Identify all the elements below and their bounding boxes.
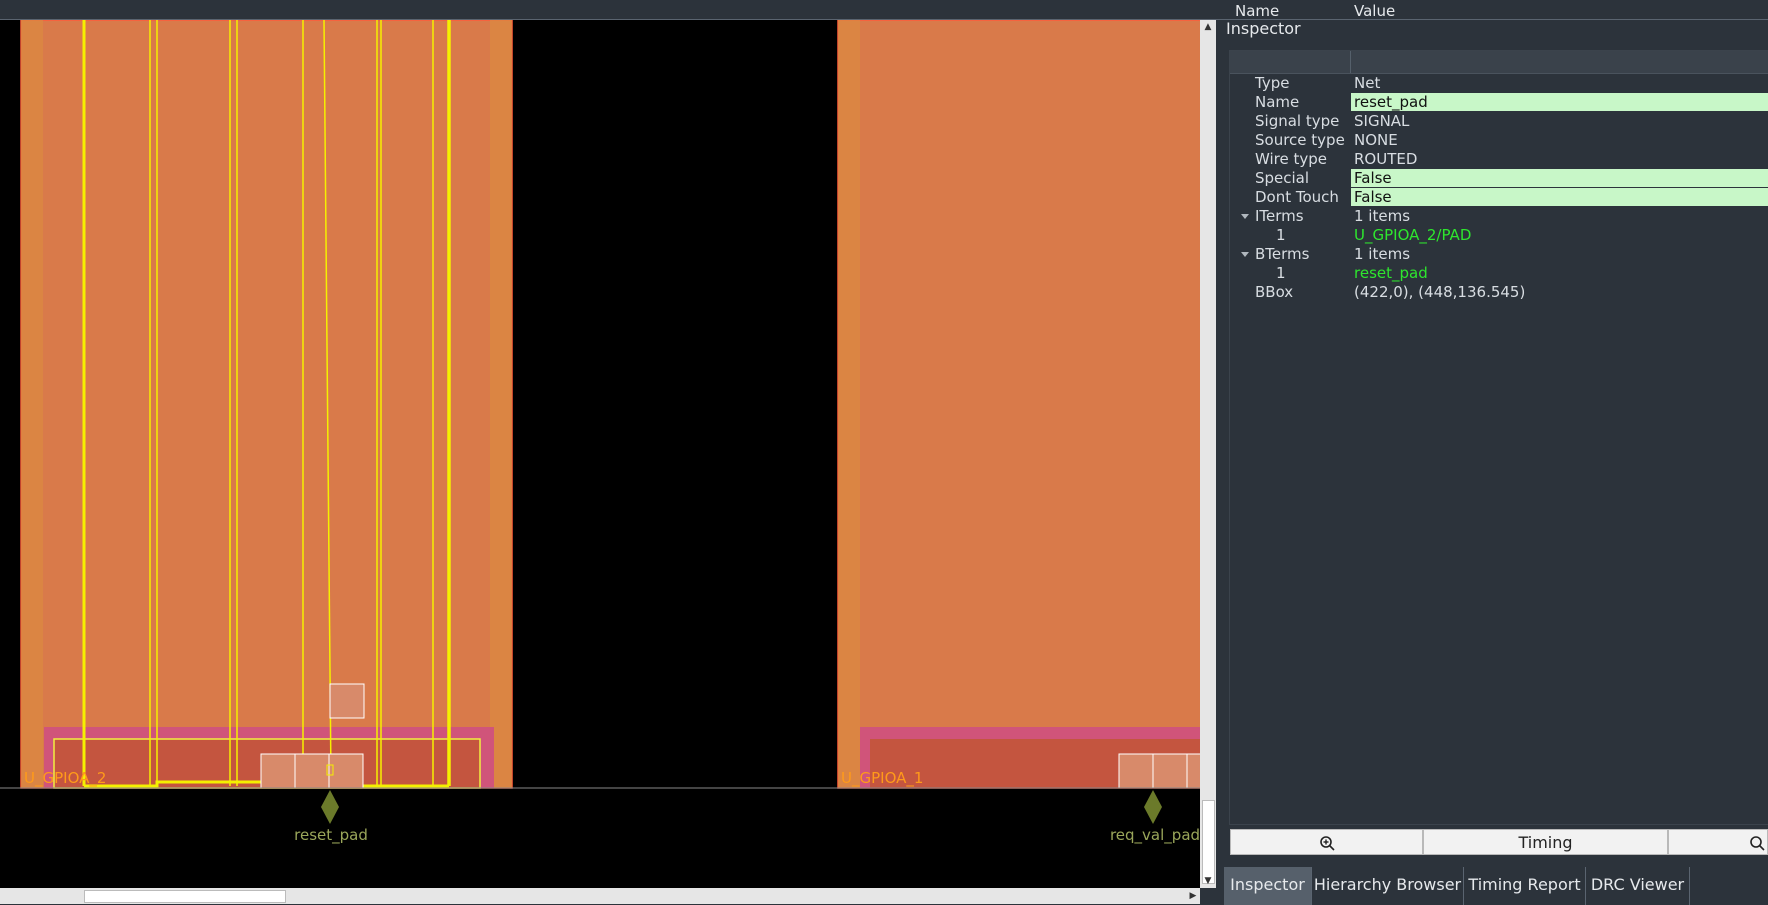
dont-touch-value-field[interactable]: False (1351, 188, 1768, 206)
table-row[interactable]: 1 U_GPIOA_2/PAD (1230, 226, 1768, 245)
horizontal-scroll-thumb[interactable] (84, 890, 286, 903)
property-value: Net (1354, 74, 1381, 92)
property-name: Dont Touch (1255, 188, 1339, 206)
expand-arrow-icon[interactable] (1241, 252, 1249, 257)
special-value-field[interactable]: False (1351, 169, 1768, 187)
table-row[interactable]: Signal type SIGNAL (1230, 112, 1768, 131)
table-row[interactable]: Source type NONE (1230, 131, 1768, 150)
scroll-up-arrow-icon[interactable]: ▲ (1200, 20, 1216, 34)
name-value-field[interactable]: reset_pad (1351, 93, 1768, 111)
horizontal-scrollbar[interactable]: ▶ (0, 888, 1200, 904)
property-name: 1 (1276, 226, 1286, 244)
property-value: 1 items (1354, 207, 1411, 225)
top-toolbar (0, 0, 1768, 20)
tab-drc-viewer[interactable]: DRC Viewer (1586, 867, 1690, 905)
tab-inspector[interactable]: Inspector (1224, 867, 1312, 905)
table-row[interactable]: Name reset_pad (1230, 93, 1768, 112)
pin-req-val-pad: req_val_pad (1110, 790, 1200, 845)
property-name: 1 (1276, 264, 1286, 282)
property-name: Source type (1255, 131, 1345, 149)
pin-reset-pad: reset_pad (294, 790, 368, 845)
vertical-scrollbar[interactable]: ▲ ▼ (1200, 20, 1216, 888)
column-header-value[interactable]: Value (1354, 2, 1395, 20)
pin-label-req-val-pad: req_val_pad (1110, 826, 1200, 845)
property-name: BBox (1255, 283, 1294, 301)
column-header-name[interactable]: Name (1235, 2, 1279, 20)
layout-canvas[interactable]: U_GPIOA_2 U_GPIOA_1 reset_pad req_val_pa… (0, 20, 1200, 888)
table-row[interactable]: BBox (422,0), (448,136.545) (1230, 283, 1768, 302)
property-name: Name (1255, 93, 1300, 111)
zoom-in-icon (1750, 836, 1765, 851)
property-value: NONE (1354, 131, 1398, 149)
scroll-right-arrow-icon[interactable]: ▶ (1186, 888, 1200, 904)
instance-label-u-gpioa-1: U_GPIOA_1 (841, 769, 923, 788)
property-table-header (1230, 51, 1768, 74)
expand-arrow-icon[interactable] (1241, 214, 1249, 219)
property-value: 1 items (1354, 245, 1411, 263)
zoom-in-icon (1319, 836, 1335, 851)
property-name: Special (1255, 169, 1310, 187)
vertical-scroll-thumb[interactable] (1202, 800, 1215, 884)
property-value: (422,0), (448,136.545) (1354, 283, 1526, 301)
inspector-title: Inspector (1226, 19, 1301, 38)
property-value: ROUTED (1354, 150, 1418, 168)
layout-drawing: U_GPIOA_2 U_GPIOA_1 reset_pad req_val_pa… (0, 20, 1200, 845)
table-row[interactable]: Dont Touch False (1230, 188, 1768, 207)
table-row[interactable]: Special False (1230, 169, 1768, 188)
table-row[interactable]: ITerms 1 items (1230, 207, 1768, 226)
property-name: BTerms (1255, 245, 1310, 263)
tab-hierarchy-browser[interactable]: Hierarchy Browser (1312, 867, 1464, 905)
table-row[interactable]: Type Net (1230, 74, 1768, 93)
bterm-link[interactable]: reset_pad (1354, 264, 1428, 283)
tab-timing-report[interactable]: Timing Report (1464, 867, 1586, 905)
property-name: Signal type (1255, 112, 1340, 130)
instance-u-gpioa-2: U_GPIOA_2 (20, 20, 513, 789)
property-name: ITerms (1255, 207, 1304, 225)
table-row[interactable]: BTerms 1 items (1230, 245, 1768, 264)
table-row[interactable]: 1 reset_pad (1230, 264, 1768, 283)
instance-label-u-gpioa-2: U_GPIOA_2 (24, 769, 106, 788)
scroll-down-arrow-icon[interactable]: ▼ (1200, 874, 1216, 888)
property-value: SIGNAL (1354, 112, 1410, 130)
table-row[interactable]: Wire type ROUTED (1230, 150, 1768, 169)
panel-splitter[interactable] (1216, 20, 1224, 905)
property-name: Type (1255, 74, 1290, 92)
zoom-button-secondary[interactable] (1668, 829, 1768, 855)
property-name: Wire type (1255, 150, 1328, 168)
timing-button[interactable]: Timing (1423, 829, 1668, 855)
instance-u-gpioa-1: U_GPIOA_1 (837, 20, 1200, 789)
zoom-to-button[interactable] (1230, 829, 1423, 855)
iterm-link[interactable]: U_GPIOA_2/PAD (1354, 226, 1471, 245)
pin-label-reset-pad: reset_pad (294, 826, 368, 845)
header-separator (1350, 51, 1351, 73)
